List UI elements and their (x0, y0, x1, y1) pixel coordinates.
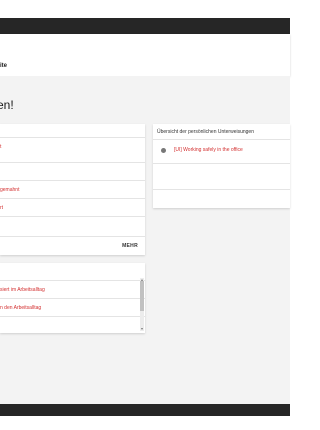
app-title: ite (0, 63, 8, 69)
page-greeting: en! (0, 98, 14, 112)
instruction-link[interactable]: [UI] Working safely in the office (174, 147, 243, 153)
list-scrollbar[interactable]: ▴ ▾ (140, 278, 144, 331)
list-item[interactable] (0, 162, 145, 180)
overview-card: t gemahnt rt MEHR (0, 124, 145, 255)
list-item[interactable]: n den Arbeitsalltag (0, 298, 145, 316)
card-divider (0, 236, 145, 237)
card-title: Übersicht der persönlichen Unterweisunge… (157, 129, 254, 135)
list-item[interactable]: rt (0, 198, 145, 216)
card-body-area (153, 163, 290, 189)
list-item[interactable] (0, 216, 145, 236)
circle-bullet-icon (161, 148, 166, 153)
learning-card: siert im Arbeitsalltag n den Arbeitsallt… (0, 263, 145, 333)
more-button[interactable]: MEHR (122, 243, 138, 249)
list-item-link[interactable]: gemahnt (0, 187, 19, 193)
list-item[interactable]: siert im Arbeitsalltag (0, 280, 145, 298)
window-frame-bottom (0, 404, 290, 416)
list-item-link[interactable]: rt (0, 205, 3, 211)
list-item-link[interactable]: n den Arbeitsalltag (0, 305, 41, 311)
list-item-link[interactable]: t (0, 144, 1, 150)
list-item[interactable] (0, 316, 145, 330)
scrollbar-thumb[interactable] (140, 281, 144, 311)
window-frame-top (0, 18, 290, 34)
instructions-card: Übersicht der persönlichen Unterweisunge… (153, 124, 290, 208)
main-content: en! t gemahnt rt MEHR siert im Arbeitsal… (0, 76, 290, 404)
list-item-link[interactable]: siert im Arbeitsalltag (0, 287, 45, 293)
card-footer (153, 189, 290, 208)
list-item[interactable]: t (0, 137, 145, 155)
scroll-down-icon[interactable]: ▾ (140, 327, 144, 331)
list-item[interactable]: [UI] Working safely in the office (153, 139, 290, 163)
app-bar: ite (0, 34, 290, 76)
list-item[interactable]: gemahnt (0, 180, 145, 198)
